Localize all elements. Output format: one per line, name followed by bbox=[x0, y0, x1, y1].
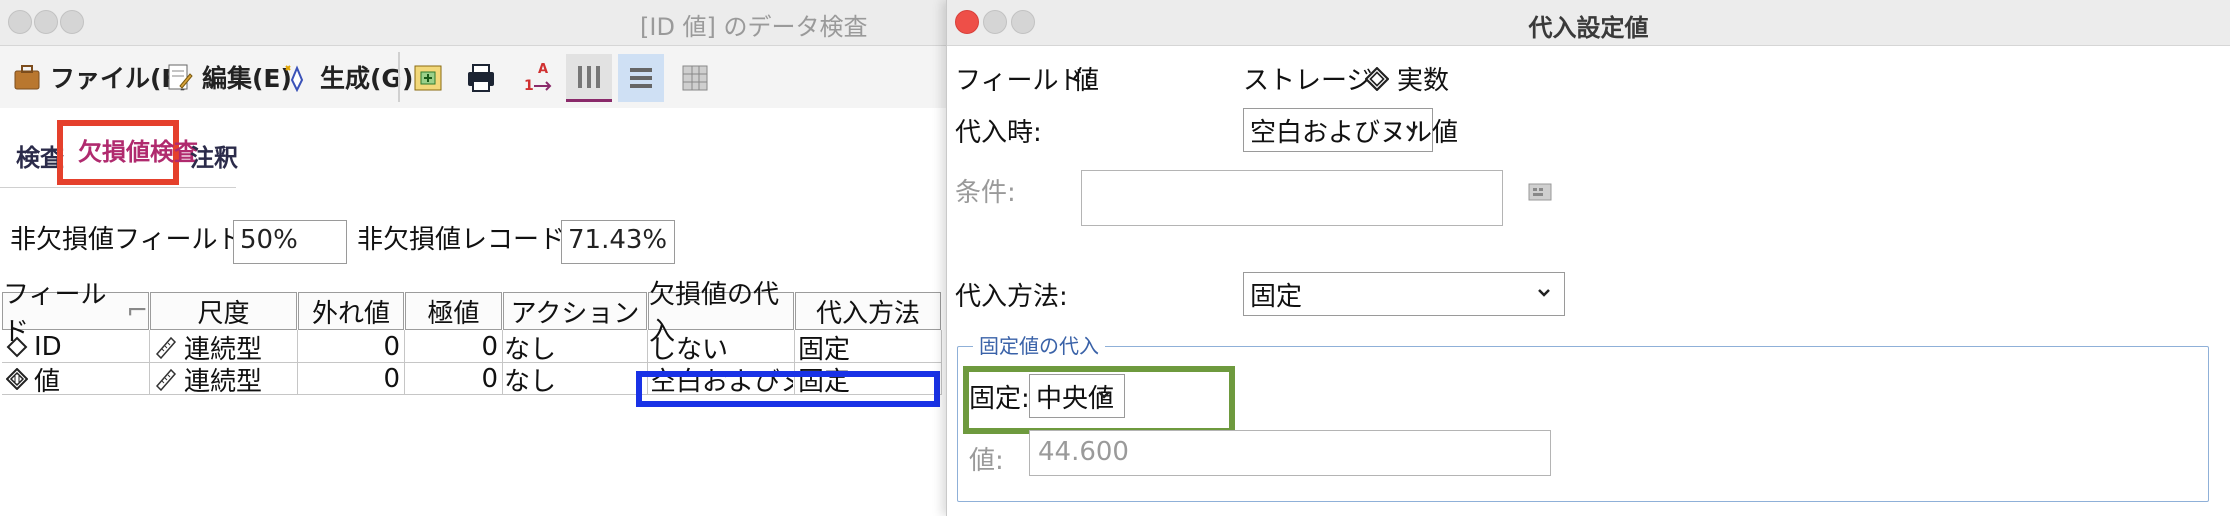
real-storage-icon bbox=[1365, 66, 1389, 91]
dialog-title: 代入設定値 bbox=[1528, 14, 1649, 42]
window-title: [ID 値] のデータ検査 bbox=[640, 13, 868, 41]
chevron-down-icon bbox=[1538, 289, 1550, 297]
minimize-window-button[interactable] bbox=[34, 10, 58, 34]
diamond-outline-icon bbox=[6, 336, 28, 358]
close-window-button[interactable] bbox=[8, 10, 32, 34]
method-label: 代入方法: bbox=[955, 282, 1068, 312]
cell-scale-text: 連続型 bbox=[184, 334, 263, 364]
svg-text:1: 1 bbox=[524, 78, 534, 94]
fields-complete-value: 50% bbox=[233, 220, 347, 264]
col-header-action[interactable]: アクション bbox=[503, 292, 647, 330]
fixed-value-group-title: 固定値の代入 bbox=[973, 330, 1105, 359]
tab-annotations[interactable]: 注釈 bbox=[190, 138, 238, 173]
field-value: 値 bbox=[1073, 66, 1100, 96]
chevron-down-icon bbox=[1406, 125, 1418, 133]
cell-impute: しない bbox=[650, 334, 729, 364]
add-node-icon bbox=[414, 65, 442, 91]
briefcase-icon bbox=[14, 65, 40, 90]
edit-document-icon bbox=[168, 64, 193, 90]
cell-field-text: 値 bbox=[34, 366, 61, 396]
columns-view-button[interactable] bbox=[566, 54, 612, 102]
method-select[interactable]: 固定 bbox=[1243, 272, 1565, 316]
cell-action: なし bbox=[504, 334, 557, 364]
cell-outliers: 0 bbox=[383, 364, 400, 394]
tab-missing-values[interactable]: 欠損値検査 bbox=[78, 132, 198, 167]
print-button[interactable] bbox=[458, 54, 504, 102]
numeric-diamond-icon bbox=[6, 368, 28, 390]
col-header-outliers[interactable]: 外れ値 bbox=[298, 292, 404, 330]
rows-view-icon bbox=[630, 68, 652, 88]
generate-star-icon bbox=[285, 65, 304, 92]
col-header-scale[interactable]: 尺度 bbox=[150, 292, 297, 330]
value-label: 値: bbox=[969, 446, 1004, 476]
menu-edit[interactable]: 編集(E) bbox=[164, 59, 292, 95]
ruler-icon bbox=[155, 368, 177, 391]
menu-generate[interactable]: 生成(G) bbox=[282, 59, 413, 95]
value-input[interactable]: 44.600 bbox=[1029, 430, 1551, 476]
cell-scale: 連続型 bbox=[154, 331, 296, 363]
storage-label: ストレージ: bbox=[1243, 66, 1382, 96]
sort-indicator-icon: ⌐ bbox=[126, 296, 148, 326]
impute-settings-dialog: 代入設定値 フィールド: 値 ストレージ: 実数 代入時: 空白およびヌル値 条… bbox=[946, 0, 2230, 516]
rows-view-button[interactable] bbox=[618, 54, 664, 102]
add-node-button[interactable] bbox=[406, 54, 452, 102]
impute-cell-highlight bbox=[636, 371, 940, 407]
chevron-down-icon bbox=[1098, 391, 1110, 399]
condition-label: 条件: bbox=[955, 178, 1016, 208]
cell-scale-text: 連続型 bbox=[184, 366, 263, 396]
fixed-label: 固定: bbox=[969, 384, 1030, 414]
impute-when-label: 代入時: bbox=[955, 118, 1042, 148]
tab-underline bbox=[0, 187, 236, 188]
storage-value: 実数 bbox=[1365, 60, 1449, 97]
dialog-title-bar: 代入設定値 bbox=[947, 0, 2230, 46]
cell-field-text: ID bbox=[34, 332, 62, 362]
cell-field: ID bbox=[6, 331, 148, 363]
records-complete-value: 71.43% bbox=[561, 220, 675, 264]
zoom-window-button[interactable] bbox=[60, 10, 84, 34]
table-view-icon bbox=[682, 65, 708, 91]
menu-edit-label: 編集(E) bbox=[202, 64, 292, 93]
cell-method: 固定 bbox=[798, 334, 851, 364]
columns-view-icon bbox=[578, 65, 600, 88]
cell-extremes: 0 bbox=[481, 364, 498, 394]
col-header-field[interactable]: フィールド ⌐ bbox=[2, 280, 149, 347]
cell-field: 値 bbox=[6, 363, 148, 395]
method-value: 固定 bbox=[1250, 281, 1303, 312]
toolbar-separator bbox=[398, 52, 400, 102]
condition-input[interactable] bbox=[1081, 170, 1503, 226]
cell-outliers: 0 bbox=[383, 332, 400, 362]
cell-extremes: 0 bbox=[481, 332, 498, 362]
col-header-extremes[interactable]: 極値 bbox=[405, 292, 502, 330]
fixed-select[interactable]: 中央値 bbox=[1029, 374, 1125, 418]
expression-builder-icon[interactable] bbox=[1527, 180, 1553, 204]
sort-button[interactable]: A 1 bbox=[514, 54, 560, 102]
cell-action: なし bbox=[504, 366, 557, 396]
table-view-button[interactable] bbox=[672, 54, 718, 102]
impute-when-select[interactable]: 空白およびヌル値 bbox=[1243, 108, 1458, 152]
ruler-icon bbox=[155, 336, 177, 359]
impute-when-value: 空白およびヌル値 bbox=[1250, 117, 1459, 148]
cell-scale: 連続型 bbox=[154, 363, 296, 395]
sort-icon: A 1 bbox=[524, 62, 552, 94]
svg-text:A: A bbox=[538, 62, 548, 77]
col-header-impute[interactable]: 欠損値の代入 bbox=[648, 280, 794, 347]
print-icon bbox=[468, 64, 494, 92]
storage-value-text: 実数 bbox=[1397, 66, 1450, 96]
col-header-method[interactable]: 代入方法 bbox=[795, 292, 941, 330]
